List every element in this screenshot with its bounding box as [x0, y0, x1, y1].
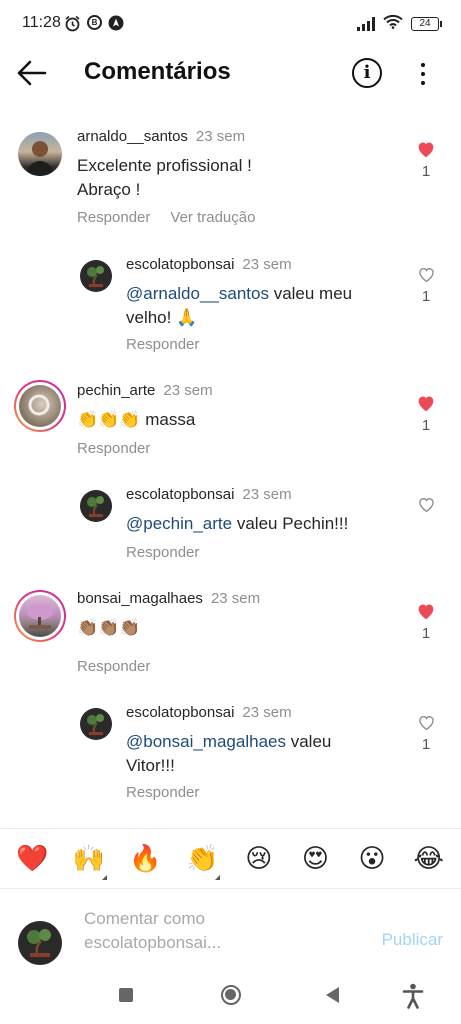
- comment-text: @arnaldo__santos valeu meu velho! 🙏: [126, 284, 353, 327]
- comment-thread-3: bonsai_magalhaes 23 sem 👏🏽👏🏽👏🏽 Responder …: [0, 578, 461, 818]
- comment-username[interactable]: arnaldo__santos: [77, 128, 188, 145]
- emoji-heart-eyes[interactable]: 😍: [295, 844, 335, 874]
- battery-icon: 24: [411, 17, 442, 31]
- comment-text: Excelente profissional ! Abraço !: [77, 156, 252, 199]
- like-button[interactable]: 1: [415, 394, 437, 434]
- emoji-surprised[interactable]: 😮: [352, 844, 392, 874]
- emoji-clap[interactable]: 👏: [182, 844, 222, 880]
- more-vertical-icon[interactable]: [414, 60, 432, 88]
- reply-button[interactable]: Responder: [77, 440, 150, 457]
- avatar[interactable]: [18, 132, 62, 176]
- heart-filled-icon: [418, 604, 434, 620]
- emoji-fire[interactable]: 🔥: [126, 844, 166, 874]
- mention-link[interactable]: @bonsai_magalhaes: [126, 732, 286, 751]
- b-icon: B: [87, 15, 102, 30]
- mention-link[interactable]: @pechin_arte: [126, 514, 232, 533]
- status-bar: 11:28 B 24: [0, 0, 461, 48]
- comment-time: 23 sem: [163, 382, 213, 399]
- comment-username[interactable]: escolatopbonsai: [126, 256, 234, 273]
- comment-username[interactable]: escolatopbonsai: [126, 486, 234, 503]
- mention-link[interactable]: @arnaldo__santos: [126, 284, 269, 303]
- system-nav-bar: [0, 968, 461, 1024]
- comment-time: 23 sem: [210, 590, 261, 607]
- alarm-icon: [64, 15, 81, 37]
- like-button[interactable]: [415, 496, 437, 513]
- header: Comentários i: [0, 48, 461, 100]
- comment-time: 23 sem: [242, 704, 292, 721]
- comment-text: @bonsai_magalhaes valeu Vitor!!!: [126, 732, 332, 775]
- reply-button[interactable]: Responder: [77, 658, 150, 675]
- avatar[interactable]: [80, 260, 112, 292]
- comment-input[interactable]: Comentar como escolatopbonsai...: [84, 907, 354, 955]
- emoji-quick-bar: ❤️ 🙌 🔥 👏 😢 😍 😮 😂: [0, 828, 461, 888]
- wifi-icon: [383, 14, 403, 34]
- like-button[interactable]: 1: [415, 602, 437, 642]
- like-count: 1: [421, 417, 431, 434]
- emoji-laughing[interactable]: 😂: [409, 844, 449, 874]
- publish-button[interactable]: Publicar: [382, 930, 443, 950]
- comment-thread-2: pechin_arte 23 sem 👏👏👏 massa Responder 1 …: [0, 370, 461, 570]
- page-title: Comentários: [84, 58, 231, 85]
- reply-button[interactable]: Responder: [126, 544, 199, 561]
- like-count: 1: [421, 736, 431, 753]
- like-count: 1: [421, 163, 431, 180]
- comment-text: 👏👏👏 massa: [77, 410, 196, 429]
- avatar: [18, 921, 62, 965]
- comment-username[interactable]: pechin_arte: [77, 382, 155, 399]
- comment-time: 23 sem: [195, 128, 246, 145]
- emoji-crying[interactable]: 😢: [239, 844, 279, 874]
- recents-square-icon[interactable]: [119, 988, 133, 1002]
- comment-text: 👏🏽👏🏽👏🏽: [77, 618, 141, 637]
- like-button[interactable]: 1: [415, 714, 437, 753]
- signal-icon: [357, 17, 375, 31]
- like-button[interactable]: 1: [415, 140, 437, 180]
- reply-button[interactable]: Responder: [126, 784, 199, 801]
- emoji-heart[interactable]: ❤️: [12, 844, 52, 874]
- like-button[interactable]: 1: [415, 266, 437, 305]
- reply-button[interactable]: Responder: [77, 209, 150, 226]
- comment-time: 23 sem: [242, 486, 292, 503]
- comment-thread-1: arnaldo__santos 23 sem Excelente profissi…: [0, 118, 461, 358]
- home-circle-icon[interactable]: [221, 985, 241, 1005]
- avatar[interactable]: [80, 708, 112, 740]
- back-triangle-icon[interactable]: [326, 987, 339, 1003]
- status-time: 11:28: [22, 14, 61, 31]
- heart-outline-icon: [418, 716, 434, 731]
- avatar[interactable]: [14, 590, 66, 642]
- like-count: 1: [421, 625, 431, 642]
- heart-outline-icon: [418, 498, 434, 513]
- avatar[interactable]: [80, 490, 112, 522]
- comment-username[interactable]: bonsai_magalhaes: [77, 590, 203, 607]
- avatar[interactable]: [14, 380, 66, 432]
- heart-filled-icon: [418, 142, 434, 158]
- heart-outline-icon: [418, 268, 434, 283]
- see-translation-button[interactable]: Ver tradução: [170, 209, 255, 226]
- heart-filled-icon: [418, 396, 434, 412]
- navigation-icon: [108, 15, 124, 37]
- comment-username[interactable]: escolatopbonsai: [126, 704, 234, 721]
- reply-button[interactable]: Responder: [126, 336, 199, 353]
- like-count: 1: [421, 288, 431, 305]
- emoji-raised-hands[interactable]: 🙌: [69, 844, 109, 880]
- comment-time: 23 sem: [242, 256, 292, 273]
- accessibility-icon[interactable]: [402, 983, 424, 1009]
- arrow-left-icon[interactable]: [16, 58, 50, 88]
- info-icon[interactable]: i: [352, 58, 382, 88]
- comment-text: @pechin_arte valeu Pechin!!!: [126, 514, 349, 533]
